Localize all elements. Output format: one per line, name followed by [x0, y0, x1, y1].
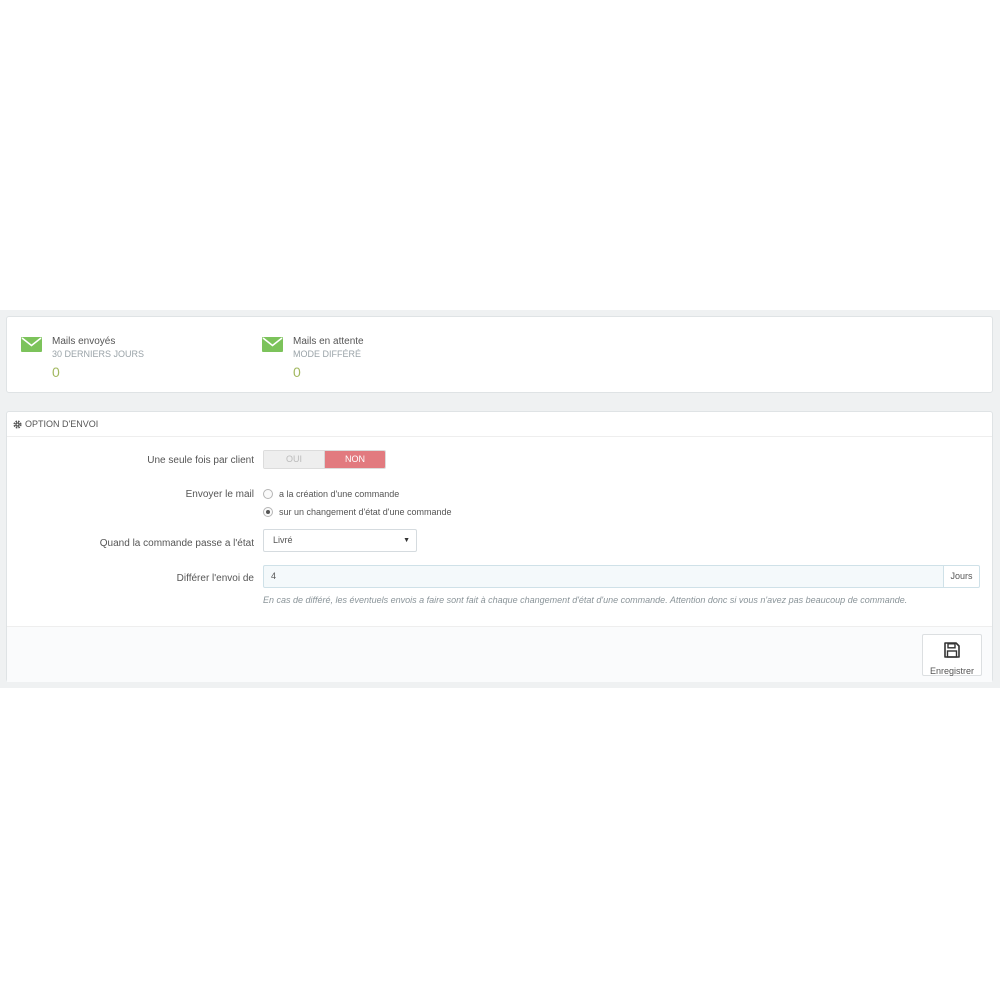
floppy-disk-icon [944, 642, 960, 658]
caret-down-icon: ▼ [403, 537, 410, 544]
delay-unit-addon: Jours [944, 565, 980, 588]
radio-label: a la création d'une commande [279, 489, 400, 499]
kpi-title: Mails envoyés [52, 336, 116, 347]
delay-label: Différer l'envoi de [176, 573, 254, 584]
kpi-subtitle: MODE DIFFÉRÉ [293, 349, 362, 359]
delay-input-group: 4 Jours [263, 565, 980, 588]
order-state-select[interactable]: Livré ▼ [263, 529, 417, 552]
save-button[interactable]: Enregistrer [922, 634, 982, 676]
order-state-label: Quand la commande passe a l'état [99, 538, 254, 549]
radio-label: sur un changement d'état d'une commande [279, 507, 452, 517]
select-value: Livré [273, 535, 293, 545]
delay-input[interactable]: 4 [263, 565, 944, 588]
once-per-client-toggle[interactable]: OUI NON [263, 450, 386, 469]
kpi-title: Mails en attente [293, 336, 364, 347]
kpi-value: 0 [293, 364, 301, 380]
kpi-subtitle: 30 DERNIERS JOURS [52, 349, 145, 359]
page-background: Mails envoyés 30 DERNIERS JOURS 0 Mails … [0, 310, 1000, 688]
radio-on-state-change[interactable]: sur un changement d'état d'une commande [263, 507, 452, 517]
envelope-icon [262, 337, 283, 352]
envelope-icon [21, 337, 42, 352]
kpi-value: 0 [52, 364, 60, 380]
once-per-client-label: Une seule fois par client [147, 455, 254, 466]
cog-icon [13, 419, 22, 429]
radio-button[interactable] [263, 489, 273, 499]
send-options-panel: OPTION D'ENVOI Une seule fois par client… [6, 411, 993, 682]
radio-on-order-creation[interactable]: a la création d'une commande [263, 489, 399, 499]
toggle-option-no[interactable]: NON [325, 451, 385, 468]
panel-heading-text: OPTION D'ENVOI [25, 419, 99, 429]
panel-footer: Enregistrer [7, 626, 992, 682]
toggle-option-yes[interactable]: OUI [264, 451, 325, 468]
kpi-panel: Mails envoyés 30 DERNIERS JOURS 0 Mails … [6, 316, 993, 393]
save-button-label: Enregistrer [929, 666, 974, 676]
delay-help-text: En cas de différé, les éventuels envois … [263, 595, 908, 605]
panel-heading: OPTION D'ENVOI [7, 412, 992, 437]
radio-button-checked[interactable] [263, 507, 273, 517]
send-mail-label: Envoyer le mail [185, 489, 254, 500]
